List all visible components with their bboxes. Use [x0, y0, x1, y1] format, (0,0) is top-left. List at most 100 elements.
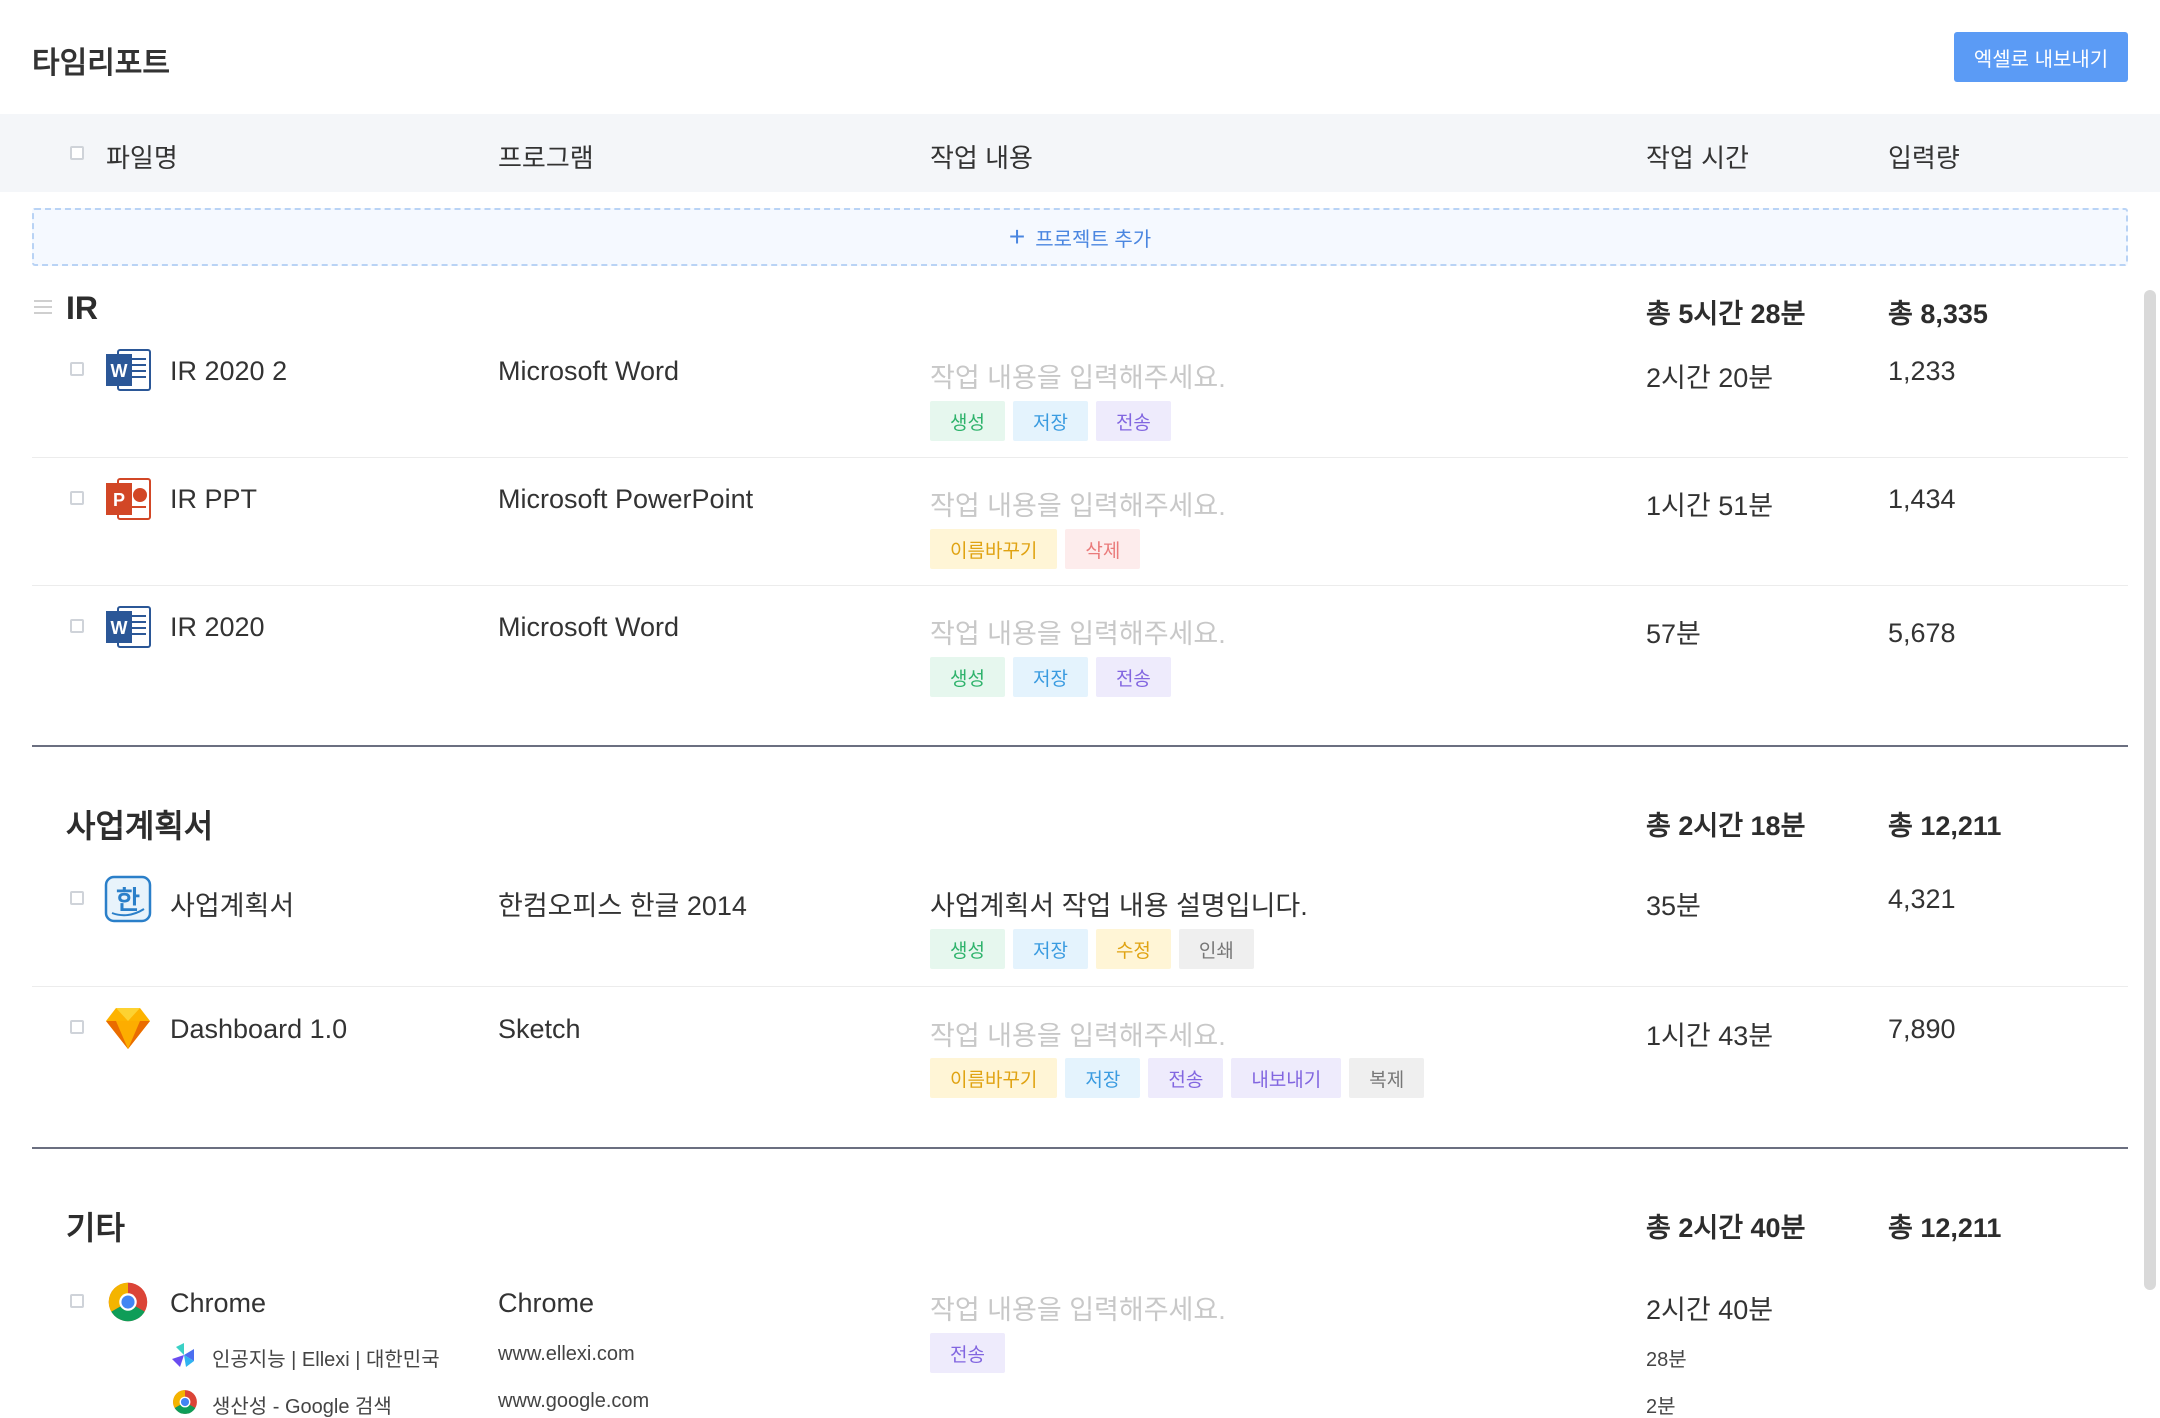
svg-text:한: 한 — [116, 886, 140, 916]
column-program[interactable]: 프로그램 — [498, 138, 594, 175]
tag: 생성 — [930, 929, 1005, 969]
program-name: 한컴오피스 한글 2014 — [498, 891, 747, 921]
word-icon: W — [106, 606, 151, 648]
tag-list: 생성 저장 전송 — [930, 657, 1171, 697]
add-project-button[interactable]: + 프로젝트 추가 — [32, 208, 2128, 266]
tag-list: 이름바꾸기 저장 전송 내보내기 복제 — [930, 1058, 1425, 1098]
input-count: 1,434 — [1888, 484, 1956, 514]
tag-list: 생성 저장 전송 — [930, 401, 1171, 441]
tag: 이름바꾸기 — [930, 1058, 1058, 1098]
group-title[interactable]: 사업계획서 — [66, 801, 213, 847]
tag-list: 이름바꾸기 삭제 — [930, 529, 1141, 569]
tag: 저장 — [1012, 929, 1088, 969]
tag: 복제 — [1349, 1058, 1425, 1098]
group-divider — [32, 1147, 2128, 1149]
content-input[interactable]: 사업계획서 작업 내용 설명입니다. — [930, 884, 1308, 923]
plus-icon: + — [1008, 221, 1026, 252]
table-header: 파일명 프로그램 작업 내용 작업 시간 입력량 — [0, 114, 2160, 192]
site-url[interactable]: www.ellexi.com — [498, 1343, 635, 1366]
tag: 수정 — [1095, 929, 1171, 969]
tag: 인쇄 — [1178, 929, 1254, 969]
tag: 생성 — [930, 657, 1005, 697]
group-total-input: 총 12,211 — [1888, 1213, 2002, 1243]
program-name: Microsoft Word — [498, 356, 680, 386]
content-input[interactable]: 작업 내용을 입력해주세요. — [930, 484, 1226, 523]
site-time: 2분 — [1646, 1396, 1676, 1418]
row-checkbox[interactable] — [70, 619, 84, 633]
group-total-input: 총 12,211 — [1888, 811, 2002, 841]
group-title[interactable]: 기타 — [66, 1203, 125, 1249]
file-name: Dashboard 1.0 — [170, 1014, 348, 1044]
tag: 내보내기 — [1231, 1058, 1342, 1098]
tag-list: 전송 — [930, 1333, 1005, 1373]
tag: 이름바꾸기 — [930, 529, 1058, 569]
svg-text:W: W — [111, 618, 128, 638]
input-count: 4,321 — [1888, 884, 1956, 914]
site-url[interactable]: www.google.com — [498, 1390, 649, 1413]
group-total-time: 총 5시간 28분 — [1646, 299, 1806, 329]
tag: 전송 — [930, 1333, 1005, 1373]
content-input[interactable]: 작업 내용을 입력해주세요. — [930, 356, 1226, 395]
svg-text:W: W — [111, 361, 128, 381]
content-input[interactable]: 작업 내용을 입력해주세요. — [930, 1014, 1226, 1053]
input-count: 7,890 — [1888, 1014, 1956, 1044]
file-name: IR 2020 2 — [170, 356, 288, 386]
work-time: 2시간 20분 — [1646, 363, 1774, 393]
chrome-icon — [173, 1390, 197, 1414]
hangul-icon: 한 — [104, 875, 152, 923]
row-checkbox[interactable] — [70, 1294, 84, 1308]
group-title[interactable]: IR — [66, 290, 98, 327]
powerpoint-icon: P — [106, 478, 151, 520]
top-bar: 타임리포트 엑셀로 내보내기 — [0, 0, 2160, 114]
file-name: Chrome — [170, 1288, 267, 1318]
column-content[interactable]: 작업 내용 — [930, 138, 1033, 175]
row-divider — [32, 986, 2128, 987]
row-divider — [32, 457, 2128, 458]
content-input[interactable]: 작업 내용을 입력해주세요. — [930, 1288, 1226, 1327]
svg-text:P: P — [113, 490, 125, 510]
tag: 저장 — [1012, 657, 1088, 697]
select-all-checkbox[interactable] — [70, 146, 84, 160]
input-count: 5,678 — [1888, 618, 1956, 648]
word-icon: W — [106, 349, 151, 391]
program-name: Chrome — [498, 1288, 595, 1318]
scrollbar[interactable] — [2144, 290, 2156, 1290]
group-total-time: 총 2시간 40분 — [1646, 1213, 1806, 1243]
work-time: 57분 — [1646, 619, 1701, 649]
file-name: IR PPT — [170, 484, 258, 514]
group-total-time: 총 2시간 18분 — [1646, 811, 1806, 841]
column-input[interactable]: 입력량 — [1888, 138, 1960, 175]
site-title: 생산성 - Google 검색 — [212, 1396, 392, 1418]
work-time: 35분 — [1646, 891, 1701, 921]
export-excel-button[interactable]: 엑셀로 내보내기 — [1954, 32, 2128, 82]
drag-handle-icon[interactable] — [34, 300, 52, 314]
tag: 저장 — [1012, 401, 1088, 441]
page-title: 타임리포트 — [32, 47, 170, 80]
tag: 전송 — [1148, 1058, 1224, 1098]
tag: 전송 — [1095, 657, 1171, 697]
tag: 전송 — [1095, 401, 1171, 441]
ellexi-icon — [172, 1343, 194, 1367]
input-count: 1,233 — [1888, 356, 1956, 386]
tag: 삭제 — [1065, 529, 1141, 569]
site-time: 28분 — [1646, 1349, 1687, 1371]
program-name: Microsoft Word — [498, 612, 680, 642]
program-name: Sketch — [498, 1014, 581, 1044]
tag-list: 생성 저장 수정 인쇄 — [930, 929, 1254, 969]
work-time: 1시간 51분 — [1646, 491, 1774, 521]
row-checkbox[interactable] — [70, 491, 84, 505]
column-time[interactable]: 작업 시간 — [1646, 138, 1749, 175]
tag: 저장 — [1065, 1058, 1141, 1098]
content-input[interactable]: 작업 내용을 입력해주세요. — [930, 612, 1226, 651]
chrome-icon — [108, 1282, 148, 1322]
row-checkbox[interactable] — [70, 891, 84, 905]
site-title: 인공지능 | Ellexi | 대한민국 — [212, 1349, 440, 1371]
program-name: Microsoft PowerPoint — [498, 484, 754, 514]
work-time: 2시간 40분 — [1646, 1295, 1774, 1325]
row-checkbox[interactable] — [70, 1020, 84, 1034]
row-checkbox[interactable] — [70, 362, 84, 376]
column-filename[interactable]: 파일명 — [106, 138, 178, 175]
work-time: 1시간 43분 — [1646, 1021, 1774, 1051]
group-total-input: 총 8,335 — [1888, 299, 1988, 329]
tag: 생성 — [930, 401, 1005, 441]
